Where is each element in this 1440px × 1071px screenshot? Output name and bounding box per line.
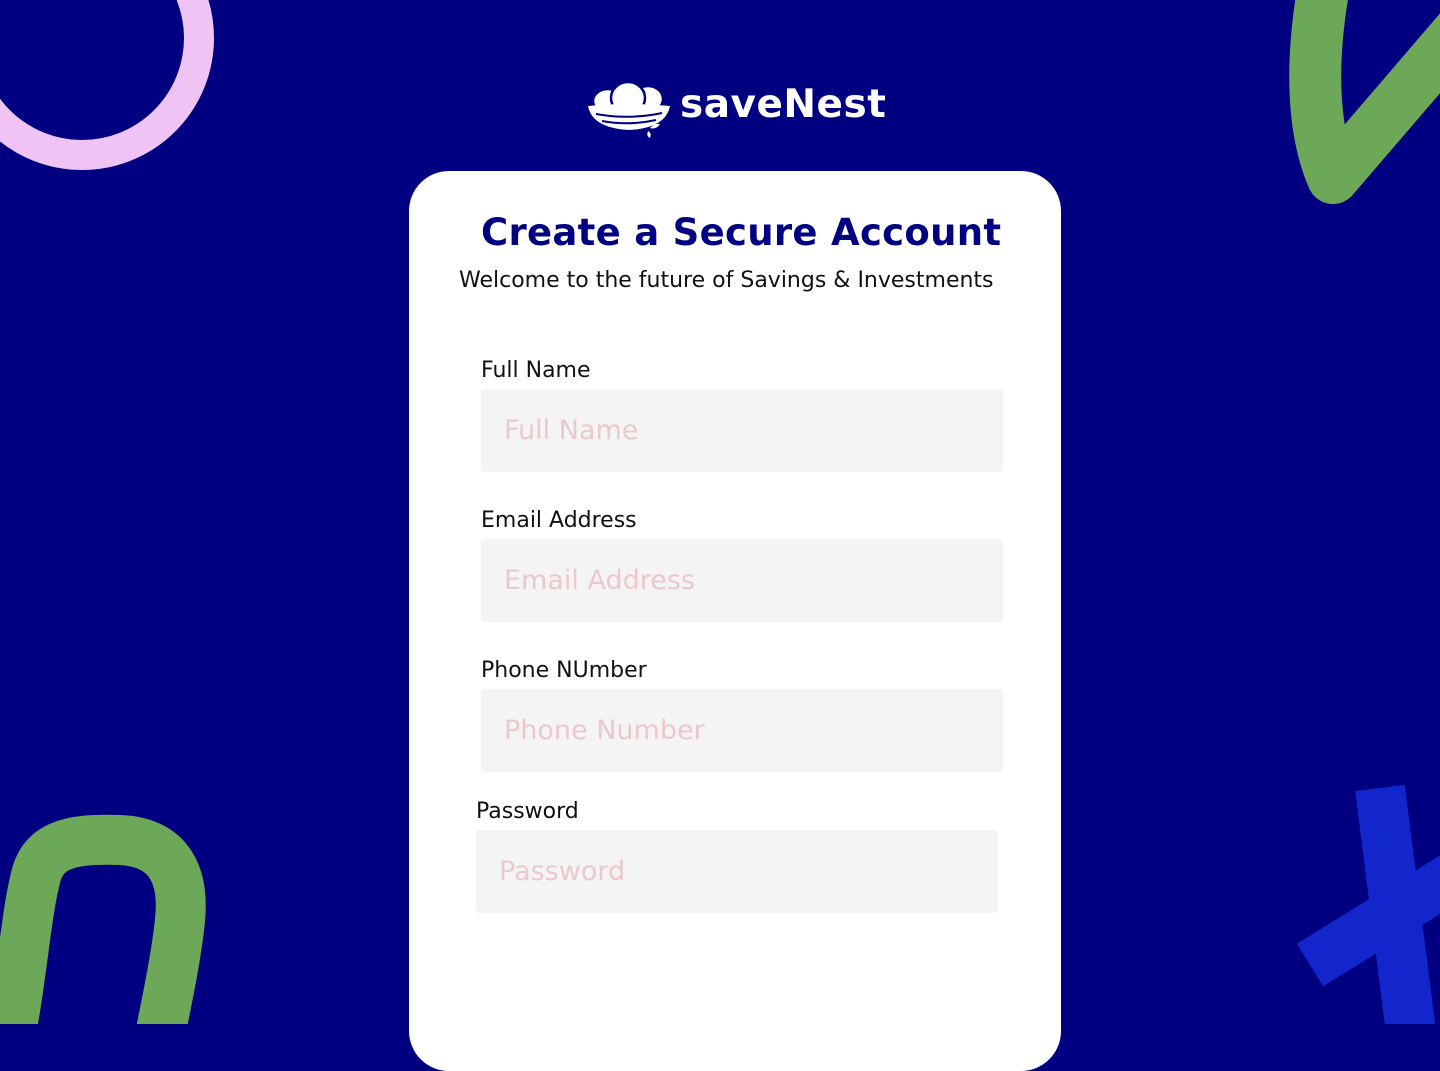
email-address-input[interactable] [481,539,1003,622]
decor-green-check [1289,0,1440,204]
brand-header: saveNest [586,76,886,138]
password-label: Password [476,799,579,824]
decor-blue-x-b [1296,855,1440,987]
decor-blue-x-a [1355,784,1436,1024]
phone-number-label: Phone NUmber [481,658,647,683]
nest-eggs-icon [588,80,670,138]
page-title: Create a Secure Account [481,211,1002,254]
full-name-label: Full Name [481,358,591,383]
email-address-label: Email Address [481,508,637,533]
decor-pink-ring [0,0,214,170]
password-input[interactable] [476,830,998,913]
full-name-input[interactable] [481,389,1003,472]
brand-name: saveNest [680,81,887,127]
signup-card: Create a Secure Account Welcome to the f… [409,171,1061,1071]
phone-number-input[interactable] [481,689,1003,772]
page-subtitle: Welcome to the future of Savings & Inves… [459,268,994,293]
decor-green-arch [0,814,206,1024]
